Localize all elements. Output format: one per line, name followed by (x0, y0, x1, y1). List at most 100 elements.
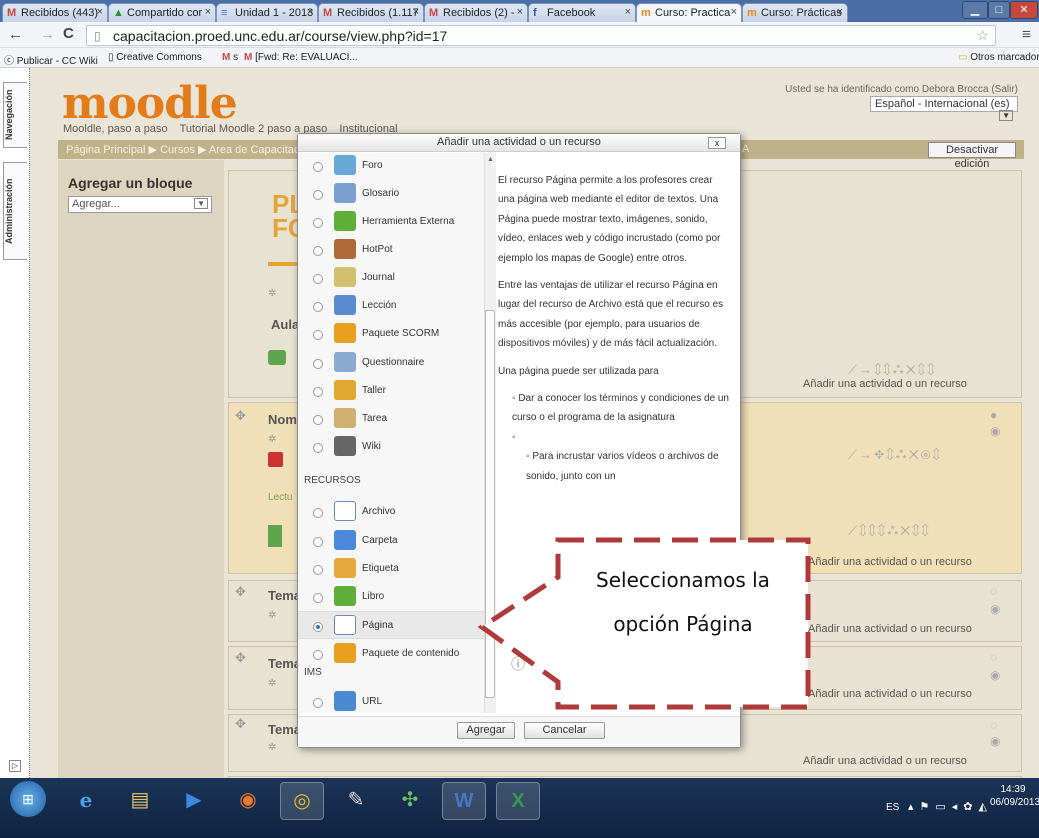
forum-icon[interactable] (268, 350, 286, 365)
language-select[interactable]: Español - Internacional (es) ▼ (870, 96, 1018, 121)
lightbulb-icon[interactable]: ◌ (990, 718, 997, 732)
bookmark-fwd[interactable]: M [Fwd: Re: EVALUACI... (244, 52, 358, 63)
start-button[interactable]: ⊞ (10, 781, 46, 817)
lightbulb-icon[interactable]: ◌ (990, 584, 997, 598)
add-button[interactable]: Agregar (457, 722, 515, 739)
tab-close-icon[interactable]: × (625, 6, 631, 18)
back-icon[interactable]: ← (8, 26, 23, 43)
module-option[interactable]: Paquete SCORM (298, 320, 484, 348)
maximize-button[interactable]: □ (988, 1, 1010, 19)
radio-button[interactable] (313, 650, 323, 660)
move-icon[interactable]: ✥ (235, 408, 246, 424)
add-activity-link[interactable]: Añadir una actividad o un recurso (808, 623, 972, 635)
move-icon[interactable]: ✥ (235, 584, 246, 600)
eye-icon[interactable]: ◉ (990, 668, 1000, 682)
paint-icon[interactable]: ✎ (334, 782, 378, 820)
reload-icon[interactable]: C (63, 25, 74, 42)
radio-button[interactable] (313, 537, 323, 547)
window-close-button[interactable]: ✕ (1010, 1, 1038, 19)
radio-button[interactable] (313, 274, 323, 284)
gear-icon[interactable]: ✲ (268, 434, 276, 445)
lightbulb-icon[interactable]: ◌ (990, 650, 997, 664)
gear-icon[interactable]: ✲ (268, 610, 276, 621)
chrome-icon[interactable]: ◎ (280, 782, 324, 820)
tab-close-icon[interactable]: × (205, 6, 211, 18)
edit-icons[interactable]: ⟋⇕⇕⇕⁂✕⇕⇕ (848, 523, 931, 539)
breadcrumb[interactable]: Página Principal ▶ Cursos ▶ Area de Capa… (66, 143, 302, 156)
radio-button[interactable] (313, 162, 323, 172)
gear-icon[interactable]: ✲ (268, 742, 276, 753)
bookmark-cc-wiki[interactable]: ⓒ Publicar - CC Wiki (4, 52, 98, 67)
highlight-icon[interactable]: ● (990, 408, 997, 422)
tab-close-icon[interactable]: × (413, 6, 419, 18)
module-option[interactable]: Glosario (298, 180, 484, 208)
tab-close-icon[interactable]: × (517, 6, 523, 18)
browser-tab[interactable]: ≡ Unidad 1 - 2013 × (216, 3, 318, 22)
radio-button[interactable] (313, 698, 323, 708)
radio-button[interactable] (313, 415, 323, 425)
gear-icon[interactable]: ✲ (268, 288, 276, 299)
language-indicator[interactable]: ES (886, 802, 899, 813)
module-option[interactable]: Taller (298, 377, 484, 405)
browser-tab[interactable]: M Recibidos (443) × (2, 3, 108, 22)
move-icon[interactable]: ✥ (235, 650, 246, 666)
radio-button[interactable] (313, 565, 323, 575)
tab-close-icon[interactable]: × (97, 6, 103, 18)
word-icon[interactable]: W (442, 782, 486, 820)
bookmark-creative-commons[interactable]: ▯ Creative Commons (108, 52, 202, 63)
module-option[interactable]: URL (298, 688, 484, 713)
browser-tab[interactable]: m Curso: Practica × (636, 3, 742, 22)
gear-icon[interactable]: ✲ (268, 678, 276, 689)
bookmark-other[interactable]: ▭ Otros marcadores (958, 52, 1039, 63)
tab-close-icon[interactable]: × (837, 6, 843, 18)
radio-button[interactable] (313, 443, 323, 453)
radio-button[interactable] (313, 302, 323, 312)
firefox-icon[interactable]: ◉ (226, 782, 270, 820)
module-option[interactable]: Paquete de contenido (298, 640, 484, 668)
book-icon[interactable] (268, 525, 282, 547)
radio-button[interactable] (313, 246, 323, 256)
edit-icons[interactable]: ⟋→✥⇕⁂✕⊚⇕ (848, 447, 942, 463)
network-icon[interactable]: ✣ (388, 782, 432, 820)
media-player-icon[interactable]: ▶ (172, 782, 216, 820)
radio-button[interactable] (313, 330, 323, 340)
move-icon[interactable]: ✥ (235, 716, 246, 732)
add-activity-link[interactable]: Añadir una actividad o un recurso (803, 378, 967, 390)
module-option[interactable]: Tarea (298, 405, 484, 433)
scroll-up-icon[interactable]: ▲ (487, 156, 494, 163)
address-bar[interactable]: ▯ capacitacion.proed.unc.edu.ar/course/v… (86, 25, 996, 46)
ie-icon[interactable]: e (64, 782, 108, 820)
cancel-button[interactable]: Cancelar (524, 722, 605, 739)
module-option[interactable]: Wiki (298, 433, 484, 461)
browser-tab[interactable]: ▲ Compartido cor × (108, 3, 216, 22)
dialog-close-button[interactable]: x (708, 137, 726, 149)
edit-icons[interactable]: ⟋→⇕⇕⁂✕⇕⇕ (848, 362, 937, 378)
star-icon[interactable]: ☆ (976, 27, 989, 44)
module-option[interactable]: Carpeta (298, 527, 484, 555)
tab-close-icon[interactable]: × (307, 6, 313, 18)
minimize-button[interactable]: ▁ (962, 1, 988, 19)
radio-button[interactable] (313, 218, 323, 228)
dock-tab-administracion[interactable]: Administración (3, 162, 27, 260)
tab-close-icon[interactable]: × (731, 6, 737, 18)
forward-icon[interactable]: → (40, 26, 55, 43)
add-activity-link[interactable]: Añadir una actividad o un recurso (808, 688, 972, 700)
module-option[interactable]: Journal (298, 264, 484, 292)
eye-icon[interactable]: ◉ (990, 734, 1000, 748)
edit-toggle-button[interactable]: Desactivar edición (928, 142, 1016, 170)
eye-icon[interactable]: ◉ (990, 424, 1000, 438)
eye-icon[interactable]: ◉ (990, 602, 1000, 616)
browser-tab[interactable]: M Recibidos (2) - × (424, 3, 528, 22)
module-option[interactable]: Etiqueta (298, 555, 484, 583)
add-block-select[interactable]: Agregar... ▼ (68, 196, 212, 213)
radio-button[interactable] (313, 622, 323, 632)
browser-tab[interactable]: f Facebook × (528, 3, 636, 22)
radio-button[interactable] (313, 190, 323, 200)
menu-mooldle[interactable]: Mooldle, paso a paso (63, 123, 168, 135)
login-info[interactable]: Usted se ha identificado como Debora Bro… (760, 84, 1018, 95)
module-option[interactable]: Lección (298, 292, 484, 320)
module-option[interactable]: Questionnaire (298, 349, 484, 377)
moodle-logo[interactable]: moodle (62, 78, 238, 129)
dock-tab-navegacion[interactable]: Navegación (3, 82, 27, 148)
menu-icon[interactable]: ≡ (1022, 26, 1031, 43)
